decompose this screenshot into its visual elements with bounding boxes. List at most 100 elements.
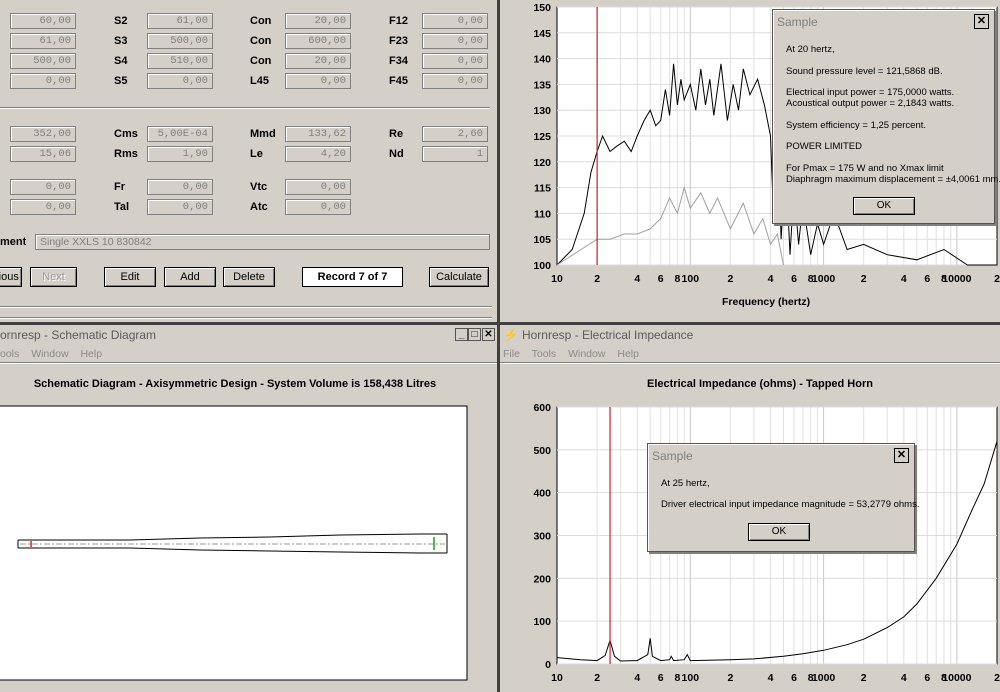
param-label: Con [250, 55, 272, 67]
param-field[interactable]: 600,00 [285, 33, 351, 49]
y-tick-label: 120 [533, 157, 551, 169]
impedance-dialog-line: Driver electrical input impedance magnit… [661, 499, 920, 510]
add-button[interactable]: Add [164, 267, 216, 287]
spl-dialog-line: Diaphragm maximum displacement = ±4,0061… [786, 174, 1000, 185]
param-field[interactable]: 0,00 [285, 73, 351, 89]
param-field[interactable]: 0,00 [422, 33, 488, 49]
y-tick-label: 0 [545, 659, 551, 671]
param-field[interactable]: 61,00 [10, 33, 76, 49]
impedance-dialog-close-button[interactable]: ✕ [894, 448, 909, 463]
y-tick-label: 110 [534, 208, 551, 220]
param-field[interactable]: 60,00 [10, 13, 76, 29]
param-label: Cms [114, 128, 138, 140]
param-field[interactable]: 133,62 [285, 126, 351, 142]
schematic-window: ornresp - Schematic Diagram _ □ ✕ ools W… [0, 325, 497, 692]
impedance-window: ⚡ Hornresp - Electrical Impedance File To… [500, 325, 1000, 692]
y-tick-label: 105 [533, 234, 551, 246]
x-tick-label: 1000 [812, 273, 836, 285]
x-tick-label: 1000 [812, 672, 836, 684]
param-field[interactable]: 0,00 [422, 53, 488, 69]
x-tick-label: 6 [658, 273, 664, 285]
y-tick-label: 400 [533, 488, 551, 500]
x-tick-label: 2 [861, 273, 867, 285]
x-tick-label: 8 [674, 273, 680, 285]
spl-dialog-line: Electrical input power = 175,0000 watts. [786, 87, 955, 98]
x-tick-label: 4 [901, 273, 907, 285]
delete-button[interactable]: Delete [223, 267, 275, 287]
param-field[interactable]: 0,00 [285, 199, 351, 215]
spl-dialog-title: Sample [777, 15, 818, 29]
y-tick-label: 600 [533, 402, 551, 414]
schematic-area [0, 405, 468, 681]
param-field[interactable]: 0,00 [422, 73, 488, 89]
y-tick-label: 125 [533, 131, 551, 143]
x-tick-label: 4 [768, 273, 774, 285]
spl-dialog-close-button[interactable]: ✕ [974, 14, 989, 29]
param-label: Fr [114, 181, 125, 193]
param-field[interactable]: 0,00 [285, 179, 351, 195]
spl-x-axis-label: Frequency (hertz) [722, 296, 811, 308]
param-label: Nd [389, 148, 404, 160]
param-field[interactable]: 0,00 [147, 73, 213, 89]
param-field[interactable]: 0,00 [10, 179, 76, 195]
x-tick-label: 2 [861, 672, 867, 684]
x-tick-label: 100 [682, 672, 700, 684]
y-tick-label: 145 [533, 28, 551, 40]
param-label: F12 [389, 15, 408, 27]
spl-dialog-line: System efficiency = 1,25 percent. [786, 120, 927, 131]
param-label: Vtc [250, 181, 268, 193]
spl-dialog-line: Sound pressure level = 121,5868 dB. [786, 66, 943, 77]
param-field[interactable]: 0,00 [10, 73, 76, 89]
param-field[interactable]: 4,20 [285, 146, 351, 162]
param-field[interactable]: 0,00 [10, 199, 76, 215]
param-label: Re [389, 128, 404, 140]
param-field[interactable]: 510,00 [147, 53, 213, 69]
x-tick-label: 4 [634, 273, 640, 285]
spl-dialog-ok-button[interactable]: OK [853, 197, 915, 215]
param-field[interactable]: 61,00 [147, 13, 213, 29]
x-tick-label: 10000 [942, 672, 971, 684]
param-field[interactable]: 15,06 [10, 146, 76, 162]
param-field[interactable]: 0,00 [147, 199, 213, 215]
param-label: S3 [114, 35, 128, 47]
x-tick-label: 10000 [942, 273, 971, 285]
param-field[interactable]: 2,60 [422, 126, 488, 142]
calculate-button[interactable]: Calculate [429, 267, 489, 287]
impedance-dialog-line: At 25 hertz, [661, 478, 710, 489]
y-tick-label: 150 [533, 2, 551, 14]
param-field[interactable]: 5,00E-04 [147, 126, 213, 142]
impedance-sample-dialog: Sample ✕ At 25 hertz, Driver electrical … [647, 443, 920, 552]
next-button[interactable]: Next [30, 267, 77, 287]
param-label: F23 [389, 35, 408, 47]
y-tick-label: 100 [533, 616, 551, 628]
param-field[interactable]: 500,00 [10, 53, 76, 69]
comment-field[interactable]: Single XXLS 10 830842 [35, 234, 490, 250]
x-tick-label: 4 [634, 672, 640, 684]
param-field[interactable]: 0,00 [147, 179, 213, 195]
param-field[interactable]: 0,00 [422, 13, 488, 29]
y-tick-label: 135 [533, 79, 551, 91]
param-label: Con [250, 35, 272, 47]
y-tick-label: 115 [534, 183, 551, 195]
bottom-divider [0, 306, 492, 308]
impedance-dialog-ok-button[interactable]: OK [748, 523, 810, 541]
param-label: Tal [114, 201, 130, 213]
param-field[interactable]: 20,00 [285, 53, 351, 69]
x-tick-label: 6 [924, 273, 930, 285]
spl-dialog-line: POWER LIMITED [786, 141, 863, 152]
param-field[interactable]: 1,90 [147, 146, 213, 162]
param-field[interactable]: 1 [422, 146, 488, 162]
x-tick-label: 8 [674, 672, 680, 684]
x-tick-label: 2 [594, 273, 600, 285]
previous-button[interactable]: vious [0, 267, 22, 287]
parameter-divider [0, 107, 490, 109]
param-field[interactable]: 352,00 [10, 126, 76, 142]
x-tick-label: 10 [551, 273, 563, 285]
param-label: F34 [389, 55, 408, 67]
x-tick-label: 6 [791, 672, 797, 684]
edit-button[interactable]: Edit [104, 267, 156, 287]
spl-dialog-line: At 20 hertz, [786, 44, 835, 55]
param-label: Con [250, 15, 272, 27]
param-field[interactable]: 20,00 [285, 13, 351, 29]
param-field[interactable]: 500,00 [147, 33, 213, 49]
